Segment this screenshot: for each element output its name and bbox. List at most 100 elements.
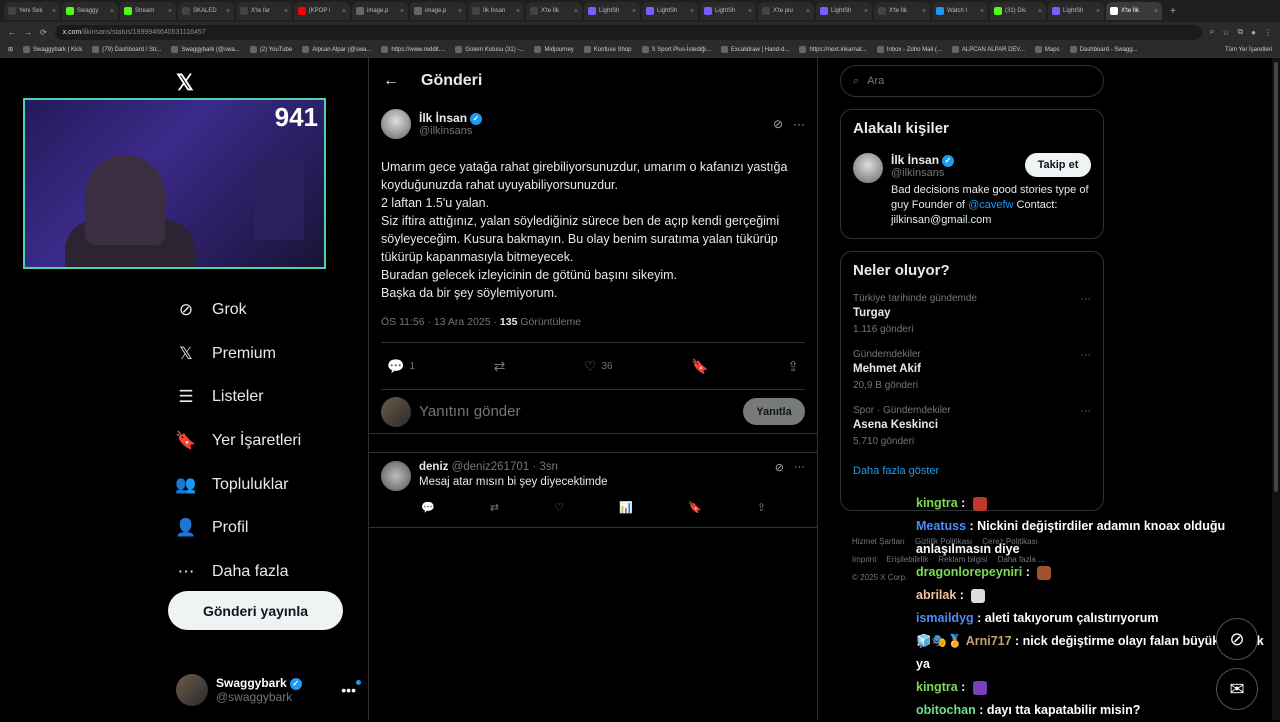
browser-tab[interactable]: [KPOP i × [294,2,350,20]
heart-icon[interactable]: ♡ [554,501,564,514]
repost-action[interactable]: ⇄ [494,358,506,375]
browser-tab[interactable]: X'te İlk × [1106,2,1162,20]
footer-link[interactable]: Hizmet Şartları [852,537,905,546]
back-icon[interactable]: ← [8,28,16,37]
browser-tab[interactable]: X'te İlk × [874,2,930,20]
follow-button[interactable]: Takip et [1025,153,1091,177]
chat-username[interactable]: dragonlorepeyniri [916,565,1022,579]
more-icon[interactable]: ··· [794,461,805,491]
bookmark-item[interactable]: https://next.inkarnat... [799,46,867,53]
close-icon[interactable]: × [516,8,520,15]
bookmark-item[interactable]: (2) YouTube [249,46,292,53]
all-bookmarks[interactable]: Tüm Yer İşaretleri [1225,47,1272,53]
profile-icon[interactable]: ● [1251,28,1256,37]
trend-item[interactable]: Türkiye tarihinde gündemde Turgay 1.116 gö… [853,293,1091,335]
bookmark-action[interactable]: 🔖 [691,358,708,375]
bookmark-icon[interactable]: 🔖 [688,501,702,514]
analytics-icon[interactable]: 📊 [619,501,633,514]
reply-input[interactable]: Yanıtını gönder [419,403,735,420]
bookmark-item[interactable]: ALPCAN ALPAR DEV... [951,46,1025,53]
avatar[interactable] [381,461,411,491]
close-icon[interactable]: × [226,8,230,15]
bio-link[interactable]: @cavefw [968,199,1013,211]
chat-username[interactable]: ismaildyg [916,611,974,625]
tweet-time[interactable]: ÖS 11:56 · 13 Ara 2025 · [381,316,500,328]
scrollbar-thumb[interactable] [1274,62,1278,492]
close-icon[interactable]: × [110,8,114,15]
sidebar-item-yer-i-aretleri[interactable]: 🔖 Yer İşaretleri [175,419,301,463]
sidebar-item-daha-fazla[interactable]: ⋯ Daha fazla [176,550,301,594]
close-icon[interactable]: × [1096,8,1100,15]
more-icon[interactable]: ··· [1080,349,1091,361]
more-icon[interactable]: ··· [1080,293,1091,305]
zoom-icon[interactable]: ⌕ [1210,27,1214,37]
close-icon[interactable]: × [632,8,636,15]
chat-username[interactable]: obitochan [916,703,976,717]
chat-username[interactable]: abrilak [916,588,956,602]
browser-tab[interactable]: X'te İlk × [526,2,582,20]
bookmark-item[interactable]: S Sport Plus-İstediği... [641,46,711,53]
menu-icon[interactable]: ⋮ [1264,28,1272,37]
close-icon[interactable]: × [342,8,346,15]
browser-tab[interactable]: Yeni Sek × [4,2,60,20]
bookmark-item[interactable]: Excalidraw | Hand-d... [720,46,789,53]
browser-tab[interactable]: (31) Dis × [990,2,1046,20]
close-icon[interactable]: × [52,8,56,15]
close-icon[interactable]: × [1038,8,1042,15]
bookmark-item[interactable]: Swaggybark | Kick [23,46,82,53]
sidebar-item-listeler[interactable]: ☰ Listeler [176,375,301,419]
bookmark-item[interactable]: Swaggybark (@swa... [171,46,240,53]
close-icon[interactable]: × [1154,8,1158,15]
avatar[interactable] [381,109,411,139]
browser-tab[interactable]: Swaggy × [62,2,118,20]
share-icon[interactable]: ⇪ [757,501,766,514]
browser-tab[interactable]: İlk İnsan × [468,2,524,20]
repost-icon[interactable]: ⇄ [490,501,499,514]
sidebar-item-premium[interactable]: 𝕏 Premium [176,332,301,376]
bookmark-item[interactable]: (79) Dashboard / Str... [92,46,161,53]
bookmark-item[interactable]: Konfuse Shop [583,46,632,53]
bookmark-item[interactable]: Inbox - Zoho Mail (... [876,46,942,53]
forward-icon[interactable]: → [24,28,32,37]
x-logo-icon[interactable]: 𝕏 [176,70,194,96]
bookmark-item[interactable]: Maps [1034,46,1060,53]
post-button[interactable]: Gönderi yayınla [168,591,343,630]
browser-tab[interactable]: LightSh × [584,2,640,20]
bookmark-item[interactable]: Golem Kutusu (31) -... [455,46,524,53]
sidebar-item-profil[interactable]: 👤 Profil [175,506,301,550]
browser-tab[interactable]: LightSh × [642,2,698,20]
reply-icon[interactable]: 💬 [421,501,435,514]
close-icon[interactable]: × [864,8,868,15]
browser-tab[interactable]: LightSh × [1048,2,1104,20]
browser-tab[interactable]: Watch t × [932,2,988,20]
bookmark-item[interactable]: Dashboard - Swagg... [1069,46,1138,53]
footer-link[interactable]: © 2025 X Corp. [852,573,907,582]
like-action[interactable]: ♡ 36 [584,358,613,375]
grok-icon[interactable]: ⊘ [773,117,783,131]
close-icon[interactable]: × [458,8,462,15]
back-arrow-icon[interactable]: ← [383,72,399,90]
browser-tab[interactable]: image.p × [352,2,408,20]
sidebar-item-topluluklar[interactable]: 👥 Topluluklar [175,463,301,507]
browser-tab[interactable]: Stream × [120,2,176,20]
chat-username[interactable]: kingtra [916,680,958,694]
close-icon[interactable]: × [168,8,172,15]
new-tab-icon[interactable]: + [1170,6,1176,17]
messages-icon[interactable]: ✉ [1216,668,1258,710]
browser-tab[interactable]: X'te plu × [758,2,814,20]
close-icon[interactable]: × [922,8,926,15]
more-icon[interactable]: ··· [1080,405,1091,417]
related-person[interactable]: İlk İnsan ✓ @ilkinsans Bad decisions make… [853,153,1091,228]
browser-tab[interactable]: X'te far × [236,2,292,20]
bookmark-item[interactable]: Alpcan Alpar (@swa... [302,46,371,53]
more-icon[interactable]: ··· [793,117,805,131]
close-icon[interactable]: × [400,8,404,15]
close-icon[interactable]: × [806,8,810,15]
search-input[interactable]: ⌕ Ara [840,65,1104,97]
author-name[interactable]: İlk İnsan ✓ [419,111,483,125]
star-icon[interactable]: ☆ [1222,28,1229,37]
browser-tab[interactable]: LightSh × [816,2,872,20]
reply-button[interactable]: Yanıtla [743,398,805,425]
close-icon[interactable]: × [690,8,694,15]
close-icon[interactable]: × [284,8,288,15]
